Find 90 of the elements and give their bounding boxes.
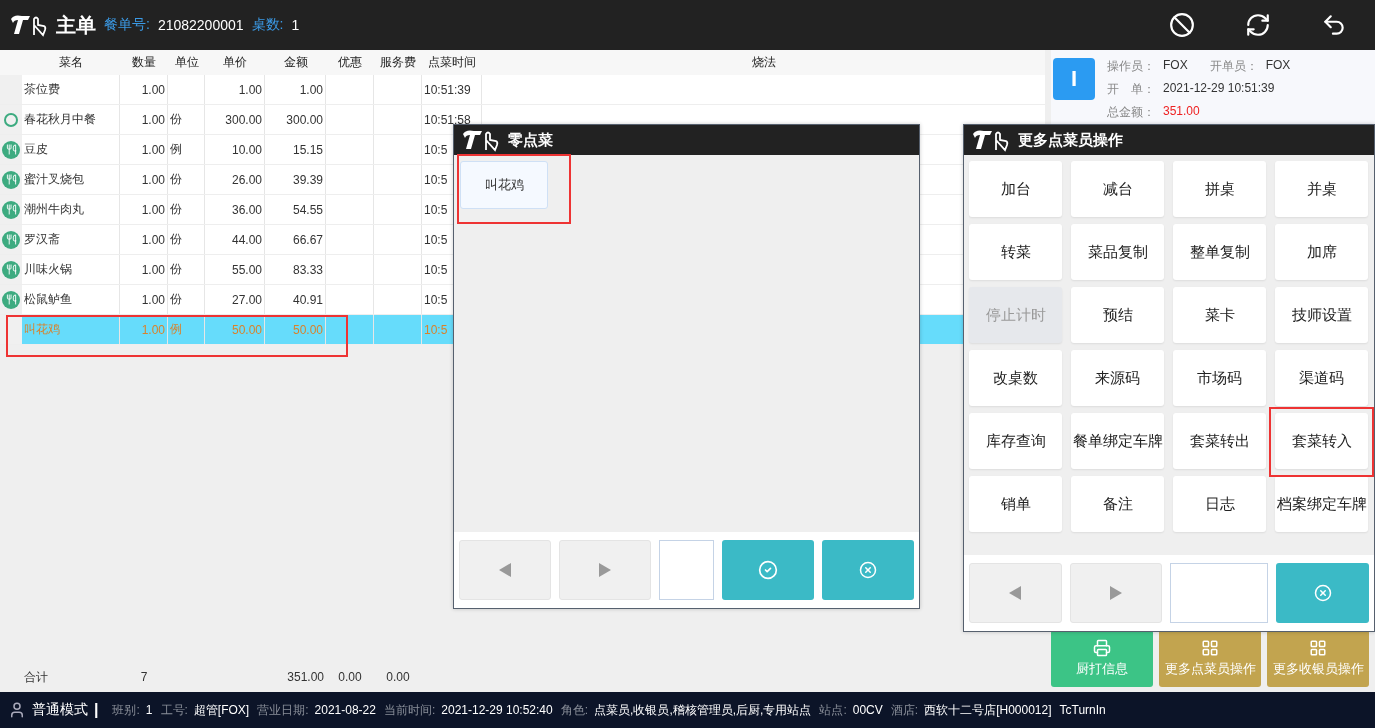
table-cell: 份: [168, 255, 205, 284]
total-amount: 351.00: [286, 669, 325, 686]
table-cell: 份: [168, 165, 205, 194]
table-cell: 1.00: [120, 195, 168, 224]
column-header: 金额: [282, 54, 309, 71]
status-label: 班别:: [112, 701, 140, 719]
total-qty: 7: [139, 669, 149, 686]
table-cell: 份: [168, 285, 205, 314]
column-header: 数量: [131, 54, 157, 71]
table-cell: 例: [168, 315, 205, 344]
info-value: FOX: [1265, 58, 1291, 74]
table-cell: 55.00: [205, 255, 265, 284]
table-cell: 蜜汁叉烧包: [22, 165, 120, 194]
table-cell: 例: [168, 135, 205, 164]
table-cell: 26.00: [205, 165, 265, 194]
table-cell: 1.00: [120, 225, 168, 254]
column-header: 单位: [173, 54, 200, 71]
total-label: 合计: [23, 668, 49, 686]
table-cell: 1.00: [120, 315, 168, 344]
table-cell: 1.00: [120, 255, 168, 284]
info-badge: I: [1053, 58, 1095, 100]
table-cell: 54.55: [265, 195, 326, 224]
status-label: 工号:: [160, 701, 188, 719]
status-label: 当前时间:: [383, 701, 436, 719]
table-count-label: 桌数:: [251, 16, 284, 34]
table-cell: 10.00: [205, 135, 265, 164]
table-cell: 50.00: [205, 315, 265, 344]
table-cell: 1.00: [205, 75, 265, 104]
table-cell: 40.91: [265, 285, 326, 314]
info-label: 操作员：: [1107, 58, 1155, 75]
table-cell: 1.00: [120, 285, 168, 314]
info-value: 2021-12-29 10:51:39: [1163, 81, 1275, 97]
total-discount: 0.00: [337, 669, 363, 686]
info-value: FOX: [1163, 58, 1188, 74]
order-number: 21082200001: [157, 17, 244, 33]
status-value: 2021-12-29 10:52:40: [441, 703, 553, 717]
info-value: 351.00: [1163, 104, 1200, 120]
info-label: 总金额：: [1107, 104, 1155, 121]
table-cell: 豆皮: [22, 135, 120, 164]
status-value: 西软十二号店[H000012]: [924, 701, 1052, 719]
status-label: 营业日期:: [257, 701, 309, 719]
status-value: 00CV: [852, 703, 883, 717]
table-cell: 39.39: [265, 165, 326, 194]
table-cell: 潮州牛肉丸: [22, 195, 120, 224]
table-cell: 1.00: [120, 165, 168, 194]
status-value: 2021-08-22: [314, 703, 376, 717]
table-cell: 50.00: [265, 315, 326, 344]
table-cell: 罗汉斋: [22, 225, 120, 254]
table-cell: 36.00: [205, 195, 265, 224]
column-header: 优惠: [337, 54, 363, 71]
status-label: 酒店:: [890, 701, 919, 719]
column-header: 单价: [222, 54, 248, 71]
table-cell: 茶位费: [22, 75, 120, 104]
table-cell: 份: [168, 225, 205, 254]
table-cell: 春花秋月中餐: [22, 105, 120, 134]
status-label: 角色:: [560, 701, 589, 719]
table-cell: 66.67: [265, 225, 326, 254]
column-header: 烧法: [750, 54, 777, 71]
table-count: 1: [291, 17, 300, 33]
table-cell: 83.33: [265, 255, 326, 284]
table-cell: 300.00: [205, 105, 265, 134]
table-cell: 川味火锅: [22, 255, 120, 284]
info-label: 开 单：: [1107, 81, 1155, 98]
column-header: 点菜时间: [427, 54, 477, 71]
table-cell: 10:51:39: [422, 75, 482, 104]
table-cell: 叫花鸡: [22, 315, 120, 344]
status-value: 点菜员,收银员,稽核管理员,后厨,专用站点: [594, 701, 812, 719]
table-cell: 1.00: [120, 75, 168, 104]
status-separator: |: [94, 701, 99, 719]
table-cell: 300.00: [265, 105, 326, 134]
table-cell: 27.00: [205, 285, 265, 314]
total-service: 0.00: [385, 669, 411, 686]
table-cell: 1.00: [120, 135, 168, 164]
column-header: 服务费: [379, 54, 417, 71]
status-label: 站点:: [819, 701, 847, 719]
status-value: 1: [145, 703, 153, 717]
status-value: TcTurnIn: [1059, 703, 1106, 717]
order-number-label: 餐单号:: [104, 16, 150, 34]
table-cell: 份: [168, 195, 205, 224]
info-label: 开单员：: [1209, 58, 1258, 75]
mode-label: 普通模式: [32, 701, 88, 719]
window-title: 主单: [56, 12, 96, 38]
column-header: 菜名: [58, 54, 84, 71]
table-cell: 1.00: [120, 105, 168, 134]
status-value: 超管[FOX]: [193, 701, 250, 719]
table-cell: 44.00: [205, 225, 265, 254]
table-cell: 15.15: [265, 135, 326, 164]
table-cell: 1.00: [265, 75, 326, 104]
table-cell: 份: [168, 105, 205, 134]
table-cell: 松鼠鲈鱼: [22, 285, 120, 314]
